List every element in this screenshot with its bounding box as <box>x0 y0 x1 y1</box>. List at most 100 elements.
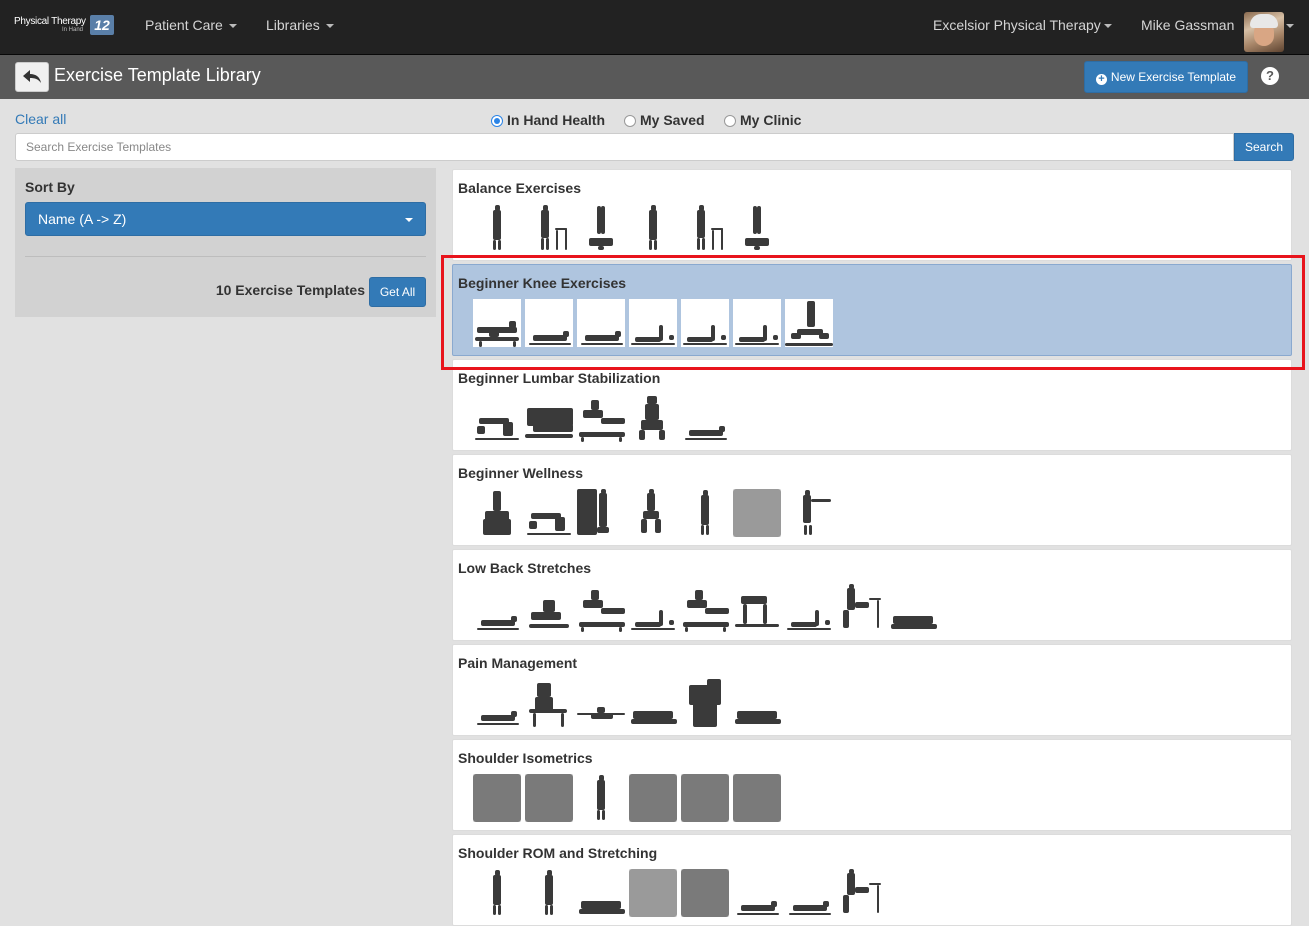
figure-shape <box>475 438 519 440</box>
exercise-thumbnail-supine <box>473 679 521 727</box>
chevron-down-icon <box>325 24 334 29</box>
exercise-thumbnail-standing <box>525 869 573 917</box>
sort-panel: Sort By Name (A -> Z) 10 Exercise Templa… <box>15 168 436 317</box>
figure-shape <box>647 396 657 404</box>
nav-libraries[interactable]: Libraries <box>266 0 334 50</box>
radio-my-clinic[interactable]: My Clinic <box>724 112 801 128</box>
figure-shape <box>631 719 677 724</box>
template-card[interactable]: Shoulder Isometrics <box>452 739 1292 831</box>
figure-shape <box>891 624 937 629</box>
exercise-thumbnail-arm-closeup <box>629 774 677 822</box>
radio-label: My Saved <box>640 112 705 128</box>
new-exercise-template-label: New Exercise Template <box>1110 70 1237 84</box>
figure-shape <box>599 775 604 781</box>
figure-shape <box>641 420 663 430</box>
help-icon[interactable]: ? <box>1261 67 1279 85</box>
chevron-down-icon[interactable] <box>1286 24 1294 28</box>
user-menu[interactable]: Mike Gassman <box>1141 0 1234 50</box>
top-navbar: Physical Therapy In Hand 12 Patient Care… <box>0 0 1309 55</box>
exercise-thumbnail-supine-leg-raise <box>733 299 781 347</box>
radio-in-hand-health[interactable]: In Hand Health <box>491 112 605 128</box>
radio-unselected-icon <box>624 115 636 127</box>
clear-all-link[interactable]: Clear all <box>15 111 66 127</box>
figure-shape <box>685 627 688 632</box>
nav-patient-care[interactable]: Patient Care <box>145 0 237 50</box>
nav-libraries-label: Libraries <box>266 17 320 33</box>
figure-shape <box>645 404 659 420</box>
exercise-thumbnail-supine-arms <box>577 679 625 727</box>
exercise-thumbnail-arm-closeup <box>681 774 729 822</box>
figure-shape <box>757 206 761 234</box>
figure-shape <box>547 870 552 876</box>
figure-shape <box>655 519 661 533</box>
search-input[interactable] <box>15 133 1234 161</box>
figure-shape <box>601 608 625 614</box>
figure-shape <box>597 780 605 810</box>
exercise-thumbnail-bridge <box>525 489 573 537</box>
figure-shape <box>807 301 815 327</box>
figure-shape <box>529 624 569 628</box>
sort-value: Name (A -> Z) <box>38 211 127 227</box>
search-button[interactable]: Search <box>1234 133 1294 161</box>
back-button[interactable] <box>15 62 49 92</box>
figure-shape <box>733 489 781 537</box>
exercise-thumbnail-knee-to-chest <box>525 584 573 632</box>
figure-shape <box>631 628 675 630</box>
template-card[interactable]: Balance Exercises <box>452 169 1292 261</box>
figure-shape <box>629 869 677 917</box>
exercise-thumbnail-seated <box>629 394 677 442</box>
template-card[interactable]: Shoulder ROM and Stretching <box>452 834 1292 926</box>
page-title: Exercise Template Library <box>54 65 261 85</box>
exercise-thumbnail-prone <box>629 679 677 727</box>
figure-shape <box>849 584 854 589</box>
sort-dropdown[interactable]: Name (A -> Z) <box>25 202 426 236</box>
template-count: 10 Exercise Templates <box>215 282 365 298</box>
figure-shape <box>847 588 855 610</box>
template-card[interactable]: Beginner Lumbar Stabilization <box>452 359 1292 451</box>
exercise-thumbnail-standing <box>473 869 521 917</box>
figure-shape <box>473 774 521 822</box>
exercise-thumbnail-wall-stretch <box>577 489 625 537</box>
app-logo[interactable]: Physical Therapy In Hand 12 <box>14 12 116 38</box>
figure-shape <box>589 238 613 246</box>
radio-label: In Hand Health <box>507 112 606 128</box>
figure-shape <box>581 901 621 909</box>
exercise-thumbnail-table-stretch <box>577 584 625 632</box>
template-card[interactable]: Beginner Wellness <box>452 454 1292 546</box>
radio-my-saved[interactable]: My Saved <box>624 112 705 128</box>
exercise-thumbnail-seated-ball <box>473 489 521 537</box>
template-card[interactable]: Pain Management <box>452 644 1292 736</box>
exercise-thumbnail-arm-closeup <box>473 774 521 822</box>
figure-shape <box>619 627 622 632</box>
exercise-thumbnail-table-stretch <box>681 584 729 632</box>
exercise-thumbnail-supine-leg-raise <box>681 299 729 347</box>
figure-shape <box>869 598 881 600</box>
figure-shape <box>681 869 729 917</box>
figure-shape <box>815 610 819 626</box>
figure-shape <box>565 228 567 250</box>
figure-shape <box>791 622 817 627</box>
figure-shape <box>479 341 482 347</box>
figure-shape <box>597 810 600 820</box>
figure-shape <box>489 329 499 337</box>
figure-shape <box>529 521 537 529</box>
clinic-menu[interactable]: Excelsior Physical Therapy <box>933 0 1112 50</box>
avatar[interactable] <box>1244 12 1284 52</box>
figure-shape <box>555 517 565 531</box>
figure-shape <box>723 627 726 632</box>
figure-shape <box>893 616 933 624</box>
figure-shape <box>525 774 573 822</box>
get-all-button[interactable]: Get All <box>369 277 426 307</box>
new-exercise-template-button[interactable]: + New Exercise Template <box>1084 61 1248 93</box>
exercise-thumbnail-supine <box>525 299 573 347</box>
figure-shape <box>511 616 517 622</box>
figure-shape <box>591 590 599 600</box>
figure-shape <box>825 620 830 625</box>
figure-shape <box>541 238 544 250</box>
figure-shape <box>561 713 564 727</box>
template-card[interactable]: Low Back Stretches <box>452 549 1292 641</box>
template-card[interactable]: Beginner Knee Exercises <box>452 264 1292 356</box>
figure-shape <box>581 437 584 442</box>
figure-shape <box>531 612 561 620</box>
figure-shape <box>533 424 573 432</box>
